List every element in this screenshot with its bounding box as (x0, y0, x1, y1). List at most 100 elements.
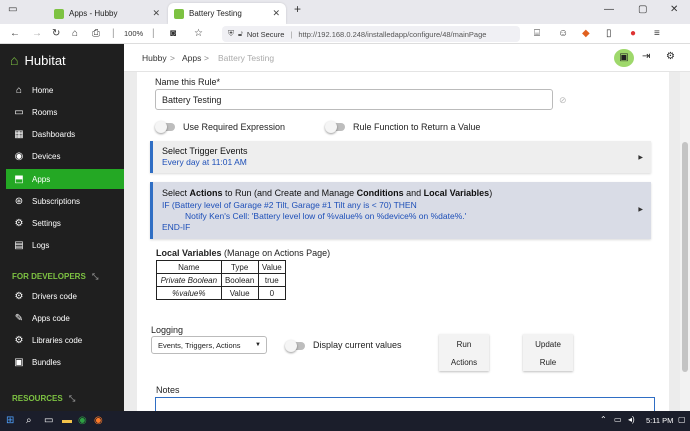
vpn-icon[interactable]: ● (630, 27, 636, 41)
run-actions-button[interactable]: Run Actions (439, 334, 489, 371)
actions-panel[interactable]: Select Actions to Run (and Create and Ma… (150, 182, 651, 239)
return-value-toggle[interactable] (325, 121, 345, 133)
brave-shield-icon[interactable]: ◆ (582, 27, 590, 41)
trigger-events-panel[interactable]: Select Trigger Events Every day at 11:01… (150, 141, 651, 173)
table-cell: Private Boolean (156, 273, 222, 287)
sidebar-toggle-icon[interactable]: ▯ (606, 27, 612, 41)
account-icon[interactable]: ☺ (558, 27, 568, 41)
screenshot-icon[interactable]: ◙ (170, 27, 176, 41)
home-icon[interactable]: ⌂ (72, 27, 78, 41)
notes-label: Notes (156, 385, 180, 395)
expand-caret-icon: ▶ (638, 207, 643, 213)
address-bar[interactable]: ⛨ 🔓︎ Not Secure | http://192.168.0.248/i… (222, 26, 520, 42)
sidebar-item-apps[interactable]: ⬒ Apps (6, 169, 124, 189)
code-icon: ⚙ (14, 290, 24, 302)
hubitat-logo[interactable]: ⌂ Hubitat (10, 52, 66, 68)
column-header: Value (257, 260, 287, 274)
print-icon[interactable]: ⎙ (92, 27, 100, 41)
reload-icon[interactable]: ↻ (52, 27, 60, 41)
column-header: Name (156, 260, 222, 274)
bundle-icon: ▣ (14, 356, 24, 368)
close-window-icon[interactable]: ✕ (670, 4, 678, 15)
browser-tab-strip: ▭ Apps - Hubby ✕ Battery Testing ✕ + — ▢… (0, 0, 690, 24)
forward-icon[interactable]: → (32, 27, 42, 41)
logging-value: Events, Triggers, Actions (158, 340, 241, 350)
rooms-icon: ▭ (14, 106, 24, 118)
sidebar-item-drivers-code[interactable]: ⚙ Drivers code (6, 286, 124, 306)
file-explorer-icon[interactable]: ▬ (62, 415, 72, 426)
page-scrollbar[interactable] (680, 72, 690, 411)
network-icon[interactable]: ▭ (614, 415, 622, 424)
logging-select[interactable]: Events, Triggers, Actions ▼ (151, 336, 267, 354)
tab-overview-icon[interactable]: ▭ (8, 4, 17, 15)
back-icon[interactable]: ← (10, 27, 20, 41)
home-icon: ⌂ (15, 84, 23, 96)
sidebar-item-subscriptions[interactable]: ⊛ Subscriptions (6, 191, 124, 211)
action-line: Notify Ken's Cell: 'Battery level low of… (185, 211, 467, 221)
table-header-row: Name Type Value (156, 260, 287, 274)
menu-icon[interactable]: ≡ (654, 27, 660, 41)
notifications-icon[interactable]: ▢ (678, 415, 686, 424)
firefox-icon[interactable]: ◉ (94, 415, 103, 426)
display-current-values-toggle[interactable] (285, 340, 305, 352)
minimize-icon[interactable]: — (604, 4, 614, 15)
gear-icon: ⚙ (14, 217, 24, 229)
collapse-icon: ⤡ (92, 272, 99, 281)
sidebar-item-rooms[interactable]: ▭ Rooms (6, 102, 124, 122)
action-line: END-IF (162, 222, 191, 232)
zoom-level[interactable]: 100% (124, 27, 143, 41)
url-text[interactable]: http://192.168.0.248/installedapp/config… (298, 30, 486, 39)
breadcrumb-hub[interactable]: Hubby (142, 53, 167, 63)
sidebar-item-libraries-code[interactable]: ⚙ Libraries code (6, 330, 124, 350)
windows-start-icon[interactable]: ⊞ (6, 415, 14, 426)
lock-warning-icon: 🔓︎ (238, 29, 243, 38)
section-label: RESOURCES (12, 394, 63, 403)
sidebar-item-bundles[interactable]: ▣ Bundles (6, 352, 124, 372)
action-line: IF (Battery level of Garage #2 Tilt, Gar… (162, 200, 417, 210)
required-expression-toggle[interactable] (155, 121, 175, 133)
maximize-icon[interactable]: ▢ (638, 4, 647, 15)
sidebar-item-label: Apps code (32, 313, 70, 323)
volume-icon[interactable]: ◂) (628, 415, 635, 424)
section-resources[interactable]: RESOURCES ⤡ (12, 394, 75, 404)
logging-label: Logging (151, 325, 184, 335)
main-header: Hubby > Apps > Battery Testing ▣ ⇥ ⚙ (124, 44, 690, 72)
name-label: Name this Rule* (155, 77, 221, 87)
update-rule-button[interactable]: Update Rule (523, 334, 573, 371)
hubitat-favicon-icon (54, 8, 64, 19)
clock[interactable]: 5:11 PM (646, 416, 673, 425)
tab-apps-hubby[interactable]: Apps - Hubby ✕ (48, 3, 166, 24)
close-tab-icon[interactable]: ✕ (272, 8, 280, 19)
subscriptions-icon: ⊛ (14, 195, 24, 207)
security-label: Not Secure (246, 29, 285, 39)
logout-icon[interactable]: ⇥ (642, 51, 650, 62)
robot-icon[interactable]: ▣ (614, 49, 634, 67)
section-for-developers[interactable]: FOR DEVELOPERS ⤡ (12, 272, 98, 282)
settings-icon[interactable]: ⚙ (666, 51, 675, 62)
table-cell: Boolean (220, 273, 259, 287)
sidebar-item-home[interactable]: ⌂ Home (6, 80, 124, 100)
sidebar-item-dashboards[interactable]: ▦ Dashboards (6, 124, 124, 144)
windows-taskbar: ⊞ ⌕ ▭ ▬ ◉ ◉ ⌃ ▭ ◂) 5:11 PM ▢ (0, 411, 690, 431)
search-icon[interactable]: ⌕ (26, 415, 32, 426)
close-tab-icon[interactable]: ✕ (152, 8, 160, 19)
chrome-icon[interactable]: ◉ (78, 415, 87, 426)
tab-battery-testing[interactable]: Battery Testing ✕ (168, 3, 286, 24)
rule-name-input[interactable]: Battery Testing (155, 89, 553, 110)
scrollbar-thumb[interactable] (682, 142, 688, 372)
brand-name: Hubitat (24, 52, 66, 68)
extensions-icon[interactable]: ⌸ (534, 27, 540, 41)
new-tab-button[interactable]: + (294, 2, 301, 16)
link-icon[interactable]: ⊘ (559, 95, 567, 106)
sidebar-item-devices[interactable]: ◉ Devices (6, 146, 124, 166)
tray-chevron-icon[interactable]: ⌃ (600, 415, 607, 424)
task-view-icon[interactable]: ▭ (44, 415, 53, 426)
trigger-value: Every day at 11:01 AM (162, 157, 247, 167)
notes-textarea[interactable] (155, 397, 655, 411)
sidebar-item-settings[interactable]: ⚙ Settings (6, 213, 124, 233)
bookmark-icon[interactable]: ☆ (194, 27, 203, 41)
bulb-icon: ◉ (14, 150, 24, 162)
sidebar-item-logs[interactable]: ▤ Logs (6, 235, 124, 255)
sidebar-item-apps-code[interactable]: ✎ Apps code (6, 308, 124, 328)
breadcrumb-apps[interactable]: Apps (182, 53, 201, 63)
